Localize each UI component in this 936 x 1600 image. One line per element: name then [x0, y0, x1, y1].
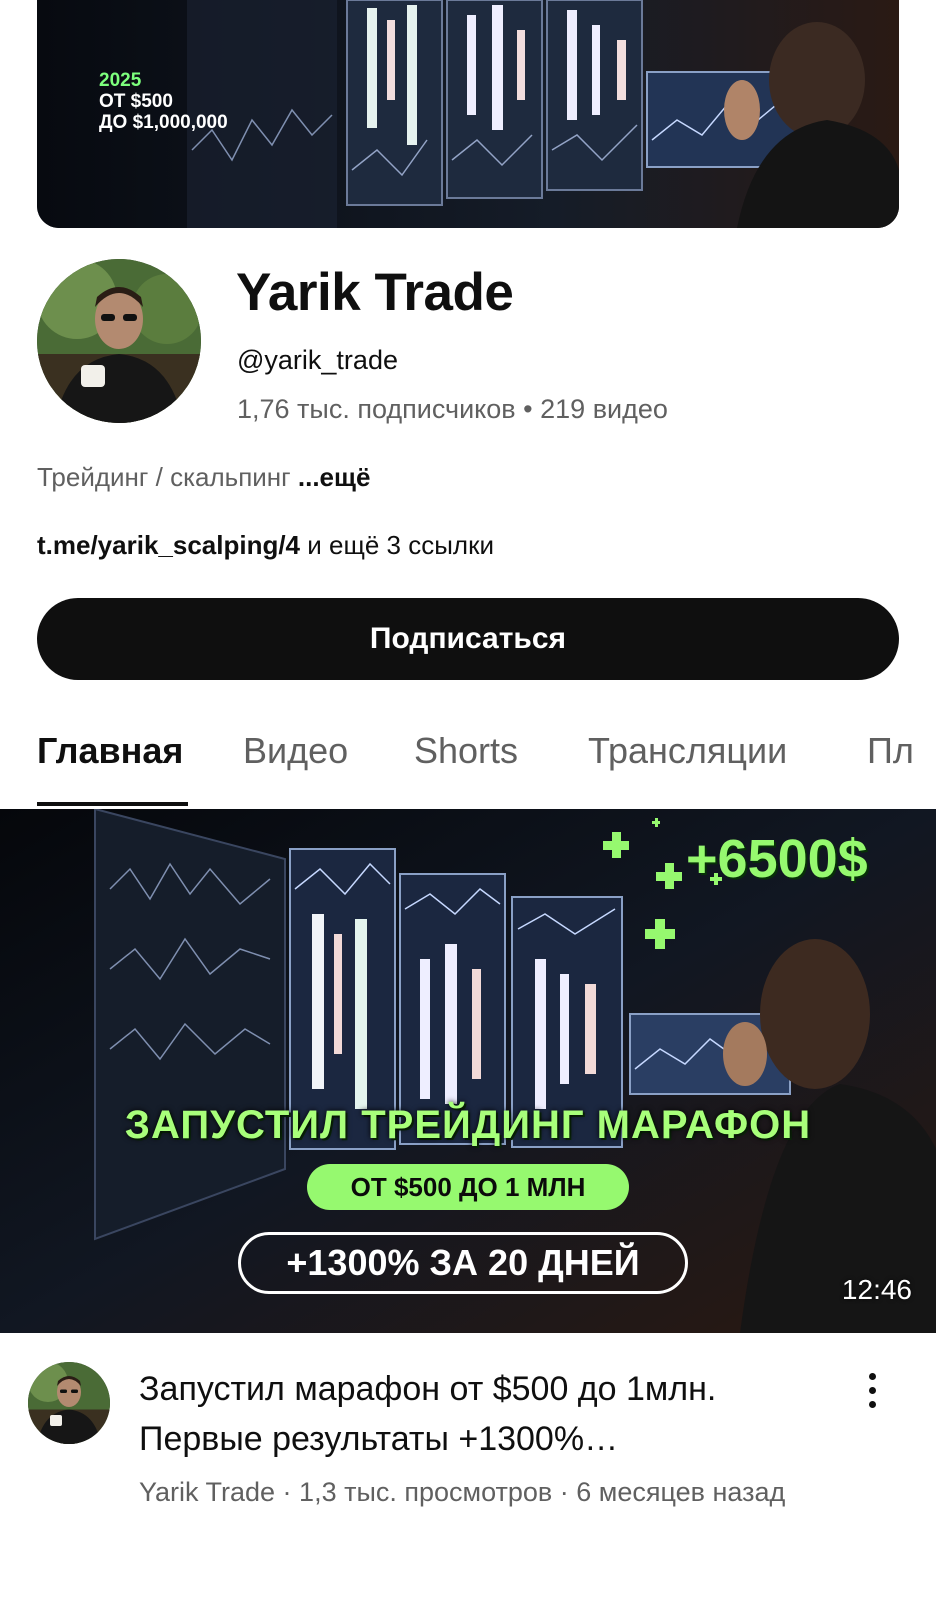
video-count: 219 видео	[540, 394, 668, 424]
avatar-image	[37, 259, 201, 423]
channel-description[interactable]: Трейдинг / скальпинг ...ещё	[37, 462, 370, 493]
channel-banner: 2025 ОТ $500 ДО $1,000,000	[37, 0, 899, 228]
channel-links[interactable]: t.me/yarik_scalping/4 и ещё 3 ссылки	[37, 530, 494, 561]
more-links-label[interactable]: и ещё 3 ссылки	[307, 530, 494, 560]
thumbnail-money-text: +6500$	[686, 829, 868, 889]
tab-videos[interactable]: Видео	[243, 730, 348, 772]
subscribe-button[interactable]: Подписаться	[37, 598, 899, 680]
channel-avatar[interactable]	[37, 259, 201, 423]
channel-link[interactable]: t.me/yarik_scalping/4	[37, 530, 300, 560]
thumbnail-headline: ЗАПУСТИЛ ТРЕЙДИНГ МАРАФОН	[124, 1103, 812, 1147]
channel-tabs: Главная Видео Shorts Трансляции Пл	[0, 720, 936, 806]
thumbnail-pill: ОТ $500 ДО 1 МЛН	[307, 1164, 629, 1210]
video-duration: 12:46	[841, 1274, 912, 1305]
more-options-icon[interactable]	[858, 1370, 886, 1418]
channel-handle: @yarik_trade	[237, 345, 398, 375]
video-metadata: Yarik Trade · 1,3 тыс. просмотров · 6 ме…	[139, 1477, 786, 1507]
banner-year: 2025	[99, 70, 142, 91]
banner-line-2: ДО $1,000,000	[99, 112, 228, 133]
description-more-link[interactable]: ...ещё	[298, 462, 371, 492]
description-text: Трейдинг / скальпинг	[37, 462, 291, 492]
video-avatar-image	[28, 1362, 110, 1444]
video-channel-avatar[interactable]	[28, 1362, 110, 1444]
tab-live[interactable]: Трансляции	[588, 730, 787, 772]
banner-caption: 2025 ОТ $500 ДО $1,000,000	[99, 70, 228, 133]
channel-name: Yarik Trade	[236, 263, 514, 322]
stats-separator: •	[523, 394, 533, 424]
active-tab-indicator	[37, 802, 188, 806]
tab-home[interactable]: Главная	[37, 730, 183, 772]
channel-stats: 1,76 тыс. подписчиков • 219 видео	[237, 394, 668, 425]
thumbnail-outline-badge: +1300% ЗА 20 ДНЕЙ	[238, 1232, 688, 1294]
subscriber-count: 1,76 тыс. подписчиков	[237, 394, 516, 424]
video-title[interactable]: Запустил марафон от $500 до 1млн. Первые…	[139, 1364, 839, 1464]
tab-playlists[interactable]: Пл	[867, 730, 914, 772]
banner-line-1: ОТ $500	[99, 91, 173, 112]
tab-shorts[interactable]: Shorts	[414, 730, 518, 772]
